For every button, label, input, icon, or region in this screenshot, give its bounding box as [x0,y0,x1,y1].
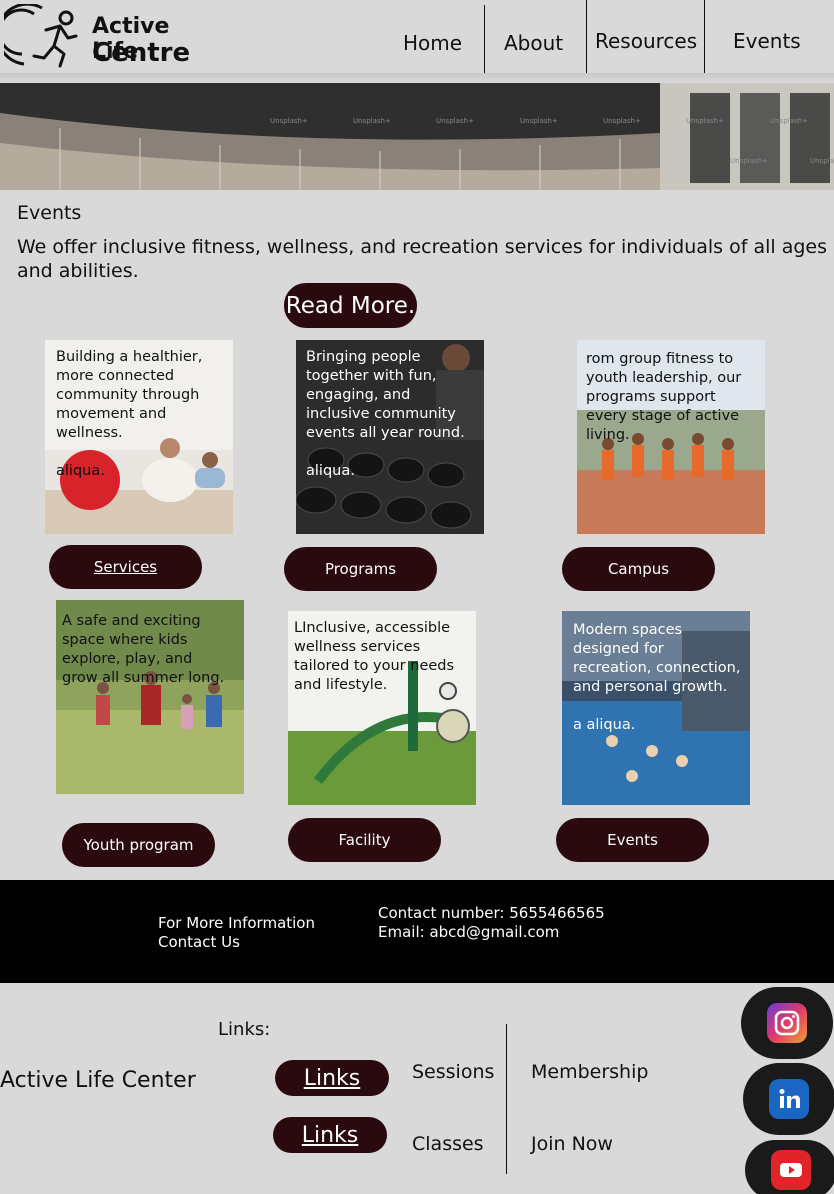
svg-text:Unsplash+: Unsplash+ [730,157,768,165]
instagram-icon [767,1003,807,1043]
svg-text:Unsplash+: Unsplash+ [603,117,641,125]
contact-us-link[interactable]: Contact Us [158,933,315,952]
services-card: Building a healthier, more connected com… [45,340,233,534]
programs-card: Bringing people together with fun, engag… [296,340,484,534]
contact-number: Contact number: 5655466565 [378,904,605,922]
svg-text:Unsplash+: Unsplash+ [270,117,308,125]
svg-text:Unsplash+: Unsplash+ [686,117,724,125]
runner-logo-icon [0,2,78,68]
nav-home[interactable]: Home [403,31,462,55]
card-text: A safe and exciting space where kids exp… [62,613,225,686]
join-now-link[interactable]: Join Now [531,1133,613,1155]
linkedin-button[interactable] [743,1063,834,1135]
header-shadow [0,73,834,83]
links-button-2[interactable]: Links [273,1117,387,1153]
card-extra: a aliqua. [573,717,636,733]
section-title: Events [17,202,82,224]
card-text: Bringing people together with fun, engag… [306,349,465,441]
svg-text:Unsplash+: Unsplash+ [436,117,474,125]
links-divider [506,1024,507,1174]
intro-text: We offer inclusive fitness, wellness, an… [17,236,827,282]
youtube-icon [771,1150,811,1190]
nav-resources[interactable]: Resources [595,29,697,53]
youtube-button[interactable] [745,1140,834,1194]
membership-link[interactable]: Membership [531,1061,648,1083]
read-more-button[interactable]: Read More. [284,283,417,328]
facility-button[interactable]: Facility [288,818,441,862]
card-text: LInclusive, accessible wellness services… [294,620,455,693]
card-text: Modern spaces designed for recreation, c… [573,622,741,695]
logo-line-2: Centre [92,38,191,68]
svg-text:Unsplash+: Unsplash+ [810,157,834,165]
card-text: rom group fitness to youth leadership, o… [586,351,742,443]
card-text: Building a healthier, more connected com… [56,349,203,441]
nav-events[interactable]: Events [733,29,801,53]
building-image: Unsplash+ Unsplash+ Unsplash+ Unsplash+ Un… [0,83,834,190]
card-extra: aliqua. [306,463,355,479]
hero-banner: Unsplash+ Unsplash+ Unsplash+ Unsplash+ Un… [0,83,834,190]
svg-text:Unsplash+: Unsplash+ [770,117,808,125]
footer-brand: Active Life Center [0,1068,196,1093]
more-info-text: For More Information [158,914,315,932]
facility-card: LInclusive, accessible wellness services… [288,611,476,805]
site-header: Active Life Centre Home About Resources … [0,0,834,85]
campus-card: rom group fitness to youth leadership, o… [577,340,765,534]
events-button[interactable]: Events [556,818,709,862]
links-title: Links: [218,1019,271,1040]
youth-program-button[interactable]: Youth program [62,823,215,867]
linkedin-icon [769,1079,809,1119]
services-button[interactable]: Services [49,545,202,589]
logo[interactable]: Active Life Centre [0,2,204,70]
links-button-1[interactable]: Links [275,1060,389,1096]
events-card: Modern spaces designed for recreation, c… [562,611,750,805]
card-extra: aliqua. [56,463,105,479]
contact-footer: For More Information Contact Us Contact … [0,880,834,983]
campus-button[interactable]: Campus [562,547,715,591]
instagram-button[interactable] [741,987,833,1059]
sessions-link[interactable]: Sessions [412,1061,494,1083]
svg-text:Unsplash+: Unsplash+ [353,117,391,125]
svg-text:Unsplash+: Unsplash+ [520,117,558,125]
contact-email[interactable]: Email: abcd@gmail.com [378,923,605,942]
classes-link[interactable]: Classes [412,1133,484,1155]
nav-divider [704,0,705,73]
nav-about[interactable]: About [504,31,563,55]
nav-divider [586,0,587,73]
programs-button[interactable]: Programs [284,547,437,591]
youth-program-card: A safe and exciting space where kids exp… [56,600,244,794]
